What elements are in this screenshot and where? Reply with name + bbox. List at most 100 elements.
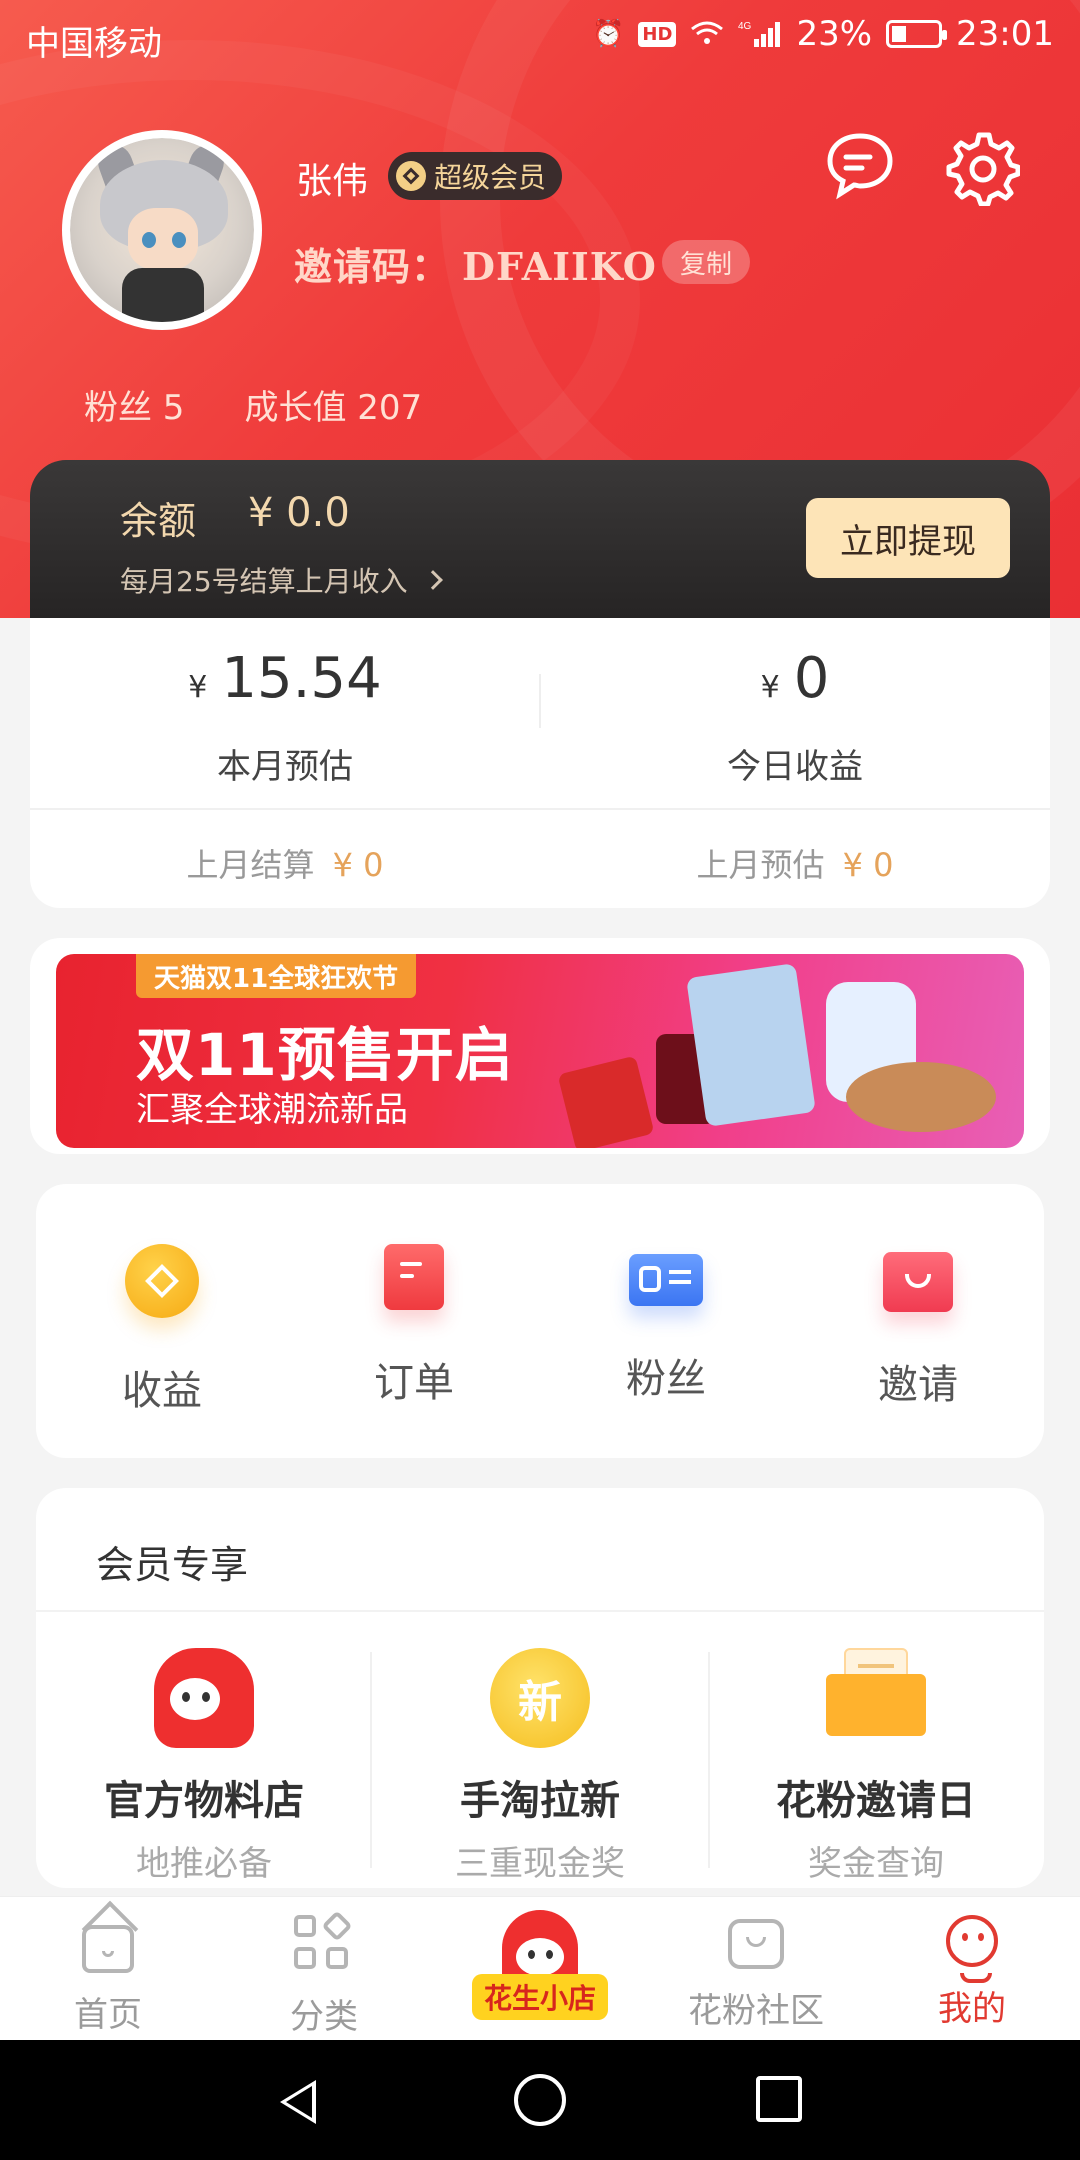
home-circle-icon[interactable] [514, 2074, 566, 2126]
invite-code-row: 邀请码： DFAIIKO [294, 236, 657, 291]
last-month-estimate[interactable]: 上月预估 ¥ 0 [540, 840, 1050, 886]
invite-code-label: 邀请码： [294, 244, 451, 289]
profile-header: 中国移动 ⏰ HD 4G 23% 23:01 张伟 超级会员 邀请码： DFAI… [0, 0, 1080, 618]
gear-icon [946, 132, 1021, 207]
diamond-icon [396, 161, 426, 191]
member-item-subtitle: 奖金查询 [808, 1844, 944, 1884]
member-item-title: 花粉邀请日 [776, 1778, 976, 1824]
quick-action-label: 订单 [374, 1360, 454, 1406]
quick-actions: 收益 订单 粉丝 邀请 [36, 1184, 1044, 1458]
vip-badge-label: 超级会员 [434, 161, 547, 194]
back-icon[interactable] [280, 2080, 316, 2124]
community-icon [728, 1919, 784, 1969]
balance-card: 余额 ¥ 0.0 每月25号结算上月收入 立即提现 [30, 460, 1050, 618]
copy-invite-button[interactable]: 复制 [662, 240, 751, 284]
status-bar: 中国移动 ⏰ HD 4G 23% 23:01 [0, 0, 1080, 74]
fans-count[interactable]: 粉丝 5 [84, 380, 184, 429]
withdraw-button[interactable]: 立即提现 [806, 498, 1010, 578]
product-image [557, 1055, 655, 1148]
tab-shop[interactable]: 花生小店 [468, 1910, 612, 2030]
shop-tab-label: 花生小店 [472, 1974, 608, 2020]
quick-action-earnings[interactable]: 收益 [36, 1244, 288, 1416]
message-button[interactable] [824, 130, 896, 202]
month-estimate-label: 本月预估 [217, 747, 353, 787]
hd-icon: HD [638, 21, 677, 47]
page: 中国移动 ⏰ HD 4G 23% 23:01 张伟 超级会员 邀请码： DFAI… [0, 0, 1080, 2160]
last-month-settled-value: ¥ 0 [332, 846, 384, 884]
currency-symbol: ¥ [760, 670, 780, 705]
product-image [686, 963, 816, 1127]
user-smile-icon [946, 1915, 998, 1983]
today-earnings[interactable]: ¥0 今日收益 [540, 646, 1050, 788]
tab-community[interactable]: 花粉社区 [648, 1915, 864, 2032]
member-item-taobao-referral[interactable]: 新 手淘拉新 三重现金奖 [372, 1648, 708, 1885]
member-item-subtitle: 三重现金奖 [455, 1844, 625, 1884]
last-month-estimate-value: ¥ 0 [842, 846, 894, 884]
member-exclusive-card: 会员专享 官方物料店 地推必备 新 手淘拉新 三重现金奖 花粉邀请日 奖金查询 [36, 1488, 1044, 1888]
recent-apps-icon[interactable] [756, 2076, 802, 2122]
settlement-note: 每月25号结算上月收入 [120, 565, 408, 598]
svg-text:4G: 4G [738, 21, 752, 32]
avatar[interactable] [62, 130, 262, 330]
category-grid-icon [294, 1910, 354, 1975]
last-month-estimate-label: 上月预估 [696, 846, 825, 884]
clock: 23:01 [956, 14, 1054, 54]
alarm-icon: ⏰ [592, 19, 625, 49]
system-nav-bar [0, 2040, 1080, 2160]
member-item-title: 官方物料店 [104, 1778, 304, 1824]
month-estimate-value: 15.54 [221, 646, 382, 711]
quick-action-fans[interactable]: 粉丝 [540, 1244, 792, 1404]
section-title: 会员专享 [96, 1543, 249, 1587]
balance-amount: ¥ 0.0 [248, 490, 350, 536]
home-icon [82, 1925, 134, 1973]
new-badge-icon: 新 [490, 1648, 590, 1748]
banner-card: 天猫双11全球狂欢节 双11预售开启 汇聚全球潮流新品 [30, 938, 1050, 1154]
invite-code-value: DFAIIKO [462, 244, 657, 289]
chevron-right-icon [422, 570, 443, 590]
status-right: ⏰ HD 4G 23% 23:01 [592, 14, 1054, 54]
divider [30, 808, 1050, 810]
growth-value[interactable]: 成长值 207 [244, 380, 422, 429]
user-name: 张伟 [296, 161, 369, 202]
last-month-settled[interactable]: 上月结算 ¥ 0 [30, 840, 540, 886]
message-icon [827, 133, 893, 200]
tab-label: 分类 [290, 1997, 358, 2037]
quick-action-label: 邀请 [878, 1362, 958, 1408]
currency-symbol: ¥ [188, 670, 208, 705]
member-item-subtitle: 地推必备 [136, 1844, 272, 1884]
tab-home[interactable]: 首页 [0, 1915, 216, 2036]
quick-action-label: 粉丝 [626, 1356, 706, 1402]
member-item-invite-day[interactable]: 花粉邀请日 奖金查询 [708, 1648, 1044, 1885]
mail-icon [826, 1648, 926, 1748]
settings-button[interactable] [944, 130, 1021, 207]
today-earnings-label: 今日收益 [727, 747, 863, 787]
today-earnings-value: 0 [793, 646, 830, 711]
quick-action-orders[interactable]: 订单 [288, 1244, 540, 1408]
wifi-icon [690, 21, 724, 47]
vip-badge[interactable]: 超级会员 [388, 152, 563, 200]
last-month-settled-label: 上月结算 [186, 846, 315, 884]
fans-card-icon [629, 1254, 703, 1306]
carrier-label: 中国移动 [26, 24, 162, 64]
battery-percent: 23% [796, 14, 873, 54]
member-item-title: 手淘拉新 [460, 1778, 620, 1824]
tab-mine[interactable]: 我的 [864, 1915, 1080, 2030]
settlement-note-link[interactable]: 每月25号结算上月收入 [120, 560, 443, 600]
earnings-card: ¥15.54 本月预估 ¥0 今日收益 上月结算 ¥ 0 上月预估 ¥ 0 [30, 618, 1050, 908]
member-item-official-store[interactable]: 官方物料店 地推必备 [36, 1648, 372, 1885]
mascot-icon [154, 1648, 254, 1748]
signal-icon: 4G [738, 19, 782, 49]
tab-label: 我的 [938, 1989, 1006, 2029]
profile-stats: 粉丝 5 成长值 207 [84, 380, 422, 429]
month-estimate[interactable]: ¥15.54 本月预估 [30, 646, 540, 788]
avatar-image [70, 138, 254, 322]
banner-subline: 汇聚全球潮流新品 [136, 1090, 408, 1130]
promo-banner[interactable]: 天猫双11全球狂欢节 双11预售开启 汇聚全球潮流新品 [56, 954, 1024, 1148]
tab-category[interactable]: 分类 [216, 1910, 432, 2038]
gift-icon [883, 1252, 953, 1312]
banner-tag: 天猫双11全球狂欢节 [136, 954, 417, 998]
divider [36, 1610, 1044, 1612]
quick-action-invite[interactable]: 邀请 [792, 1244, 1044, 1410]
product-image [846, 1062, 996, 1132]
quick-action-label: 收益 [122, 1368, 202, 1414]
